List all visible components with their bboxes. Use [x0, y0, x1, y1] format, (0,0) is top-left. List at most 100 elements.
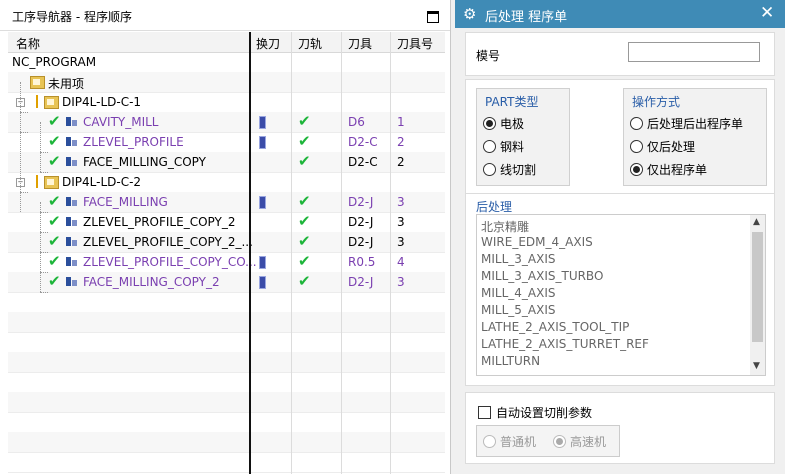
table-row[interactable] — [8, 432, 445, 453]
warning-flag-icon — [36, 95, 38, 108]
operation-name: FACE_MILLING_COPY_2 — [83, 275, 220, 289]
column-divider — [341, 32, 342, 474]
machine-group: 普通机 高速机 — [476, 425, 620, 457]
tool-number: 2 — [397, 135, 405, 149]
close-icon[interactable]: ✕ — [760, 3, 774, 23]
column-header-tool-number[interactable]: 刀具号 — [397, 35, 433, 52]
table-row[interactable]: ✔ CAVITY_MILL ✔ D6 1 — [8, 112, 445, 133]
post-panel: 后处理 北京精雕 WIRE_EDM_4_AXIS MILL_3_AXIS MILL_3… — [465, 193, 775, 386]
warning-flag-icon — [36, 175, 38, 188]
auto-param-label: 自动设置切削参数 — [496, 406, 593, 420]
part-type-radio-2[interactable] — [483, 163, 496, 176]
maximize-icon[interactable] — [427, 11, 439, 23]
model-input[interactable] — [628, 42, 760, 62]
tree-guide-line — [40, 272, 48, 273]
table-row[interactable]: NC_PROGRAM — [8, 52, 445, 73]
table-row[interactable]: ✔ ZLEVEL_PROFILE_COPY_CO... ✔ R0.5 4 — [8, 252, 445, 273]
scrollbar-thumb[interactable] — [752, 232, 763, 342]
milling-operation-icon — [64, 215, 78, 228]
operation-name: FACE_MILLING — [83, 195, 168, 209]
toolpath-ok-icon: ✔ — [298, 232, 311, 250]
tree-guide-line — [40, 212, 48, 213]
table-row[interactable]: ✔ ZLEVEL_PROFILE_COPY_2_... ✔ D2-J 3 — [8, 232, 445, 253]
column-divider — [291, 32, 292, 474]
operation-navigator: 工序导航器 - 程序顺序 名称 换刀 刀轨 刀具 刀具号 NC_PROGRAM 未… — [0, 0, 451, 474]
table-row[interactable]: − DIP4L-LD-C-2 — [8, 172, 445, 193]
column-header-toolpath[interactable]: 刀轨 — [298, 35, 322, 52]
tree-guide-line — [40, 292, 48, 293]
auto-param-checkbox[interactable] — [478, 406, 491, 419]
status-check-icon: ✔ — [48, 192, 61, 210]
scroll-down-icon[interactable]: ▼ — [753, 361, 760, 371]
post-list-item[interactable]: LATHE_2_AXIS_TURRET_REF — [481, 337, 649, 351]
milling-operation-icon — [64, 255, 78, 268]
table-row[interactable] — [8, 292, 445, 313]
toolpath-ok-icon: ✔ — [298, 192, 311, 210]
table-header: 名称 换刀 刀轨 刀具 刀具号 — [8, 32, 445, 53]
status-check-icon: ✔ — [48, 252, 61, 270]
tool-number: 3 — [397, 195, 405, 209]
table-row[interactable]: 未用项 — [8, 72, 445, 93]
machine-radio-1 — [553, 435, 566, 448]
column-header-tool-change[interactable]: 换刀 — [256, 35, 280, 52]
part-type-radio-0[interactable] — [483, 117, 496, 130]
program-group-icon — [44, 96, 59, 109]
part-type-label: 钢料 — [500, 140, 525, 154]
table-row[interactable] — [8, 452, 445, 473]
tool-change-icon — [259, 116, 266, 129]
scrollbar[interactable]: ▲ ▼ — [750, 215, 765, 375]
operation-radio-1[interactable] — [630, 140, 643, 153]
operation-name: FACE_MILLING_COPY — [83, 155, 206, 169]
tree-guide-line — [20, 112, 28, 113]
post-list-item[interactable]: MILL_5_AXIS — [481, 303, 555, 317]
table-row[interactable] — [8, 392, 445, 413]
scroll-up-icon[interactable]: ▲ — [753, 217, 760, 227]
part-type-radio-1[interactable] — [483, 140, 496, 153]
table-row[interactable] — [8, 312, 445, 333]
status-check-icon: ✔ — [48, 152, 61, 170]
table-row[interactable] — [8, 332, 445, 353]
post-list-item[interactable]: LATHE_2_AXIS_TOOL_TIP — [481, 320, 629, 334]
post-list-item[interactable]: 北京精雕 — [481, 218, 529, 235]
operation-radio-0[interactable] — [630, 117, 643, 130]
postprocess-dialog: ⚙ 后处理 程序单 ✕ 模号 PART类型 电极 钢料 线切割 操作方式 后处理后出… — [455, 0, 785, 474]
tool-name: D2-J — [348, 275, 374, 289]
column-header-tool[interactable]: 刀具 — [348, 35, 372, 52]
status-check-icon: ✔ — [48, 272, 61, 290]
post-list-item[interactable]: WIRE_EDM_4_AXIS — [481, 235, 593, 249]
tree-guide-line — [40, 252, 48, 253]
toolpath-ok-icon: ✔ — [298, 152, 311, 170]
milling-operation-icon — [64, 155, 78, 168]
post-list-item[interactable]: MILLTURN — [481, 354, 540, 368]
tool-change-icon — [259, 196, 266, 209]
post-list[interactable]: 北京精雕 WIRE_EDM_4_AXIS MILL_3_AXIS MILL_3_AXI… — [476, 214, 766, 376]
column-header-name[interactable]: 名称 — [16, 35, 40, 52]
post-list-item[interactable]: MILL_3_AXIS_TURBO — [481, 269, 603, 283]
post-list-item[interactable]: MILL_4_AXIS — [481, 286, 555, 300]
table-row[interactable]: ✔ FACE_MILLING_COPY_2 ✔ D2-J 3 — [8, 272, 445, 293]
table-row[interactable]: ✔ FACE_MILLING_COPY ✔ D2-C 2 — [8, 152, 445, 173]
tree-guide-line — [40, 172, 48, 173]
milling-operation-icon — [64, 135, 78, 148]
operation-name: ZLEVEL_PROFILE_COPY_2_... — [83, 235, 253, 249]
machine-radio-0 — [483, 435, 496, 448]
post-list-item[interactable]: MILL_3_AXIS — [481, 252, 555, 266]
tool-name: D2-J — [348, 215, 374, 229]
options-panel: PART类型 电极 钢料 线切割 操作方式 后处理后出程序单 仅后处理 仅出程序单 — [465, 79, 775, 194]
status-check-icon: ✔ — [48, 112, 61, 130]
table-row[interactable] — [8, 412, 445, 433]
table-row[interactable] — [8, 372, 445, 393]
gear-icon: ⚙ — [463, 5, 477, 23]
operation-table: 名称 换刀 刀轨 刀具 刀具号 NC_PROGRAM 未用项 − DIP4L-LD-C… — [8, 32, 445, 474]
column-divider — [390, 32, 391, 474]
table-row[interactable]: ✔ ZLEVEL_PROFILE_COPY_2 ✔ D2-J 3 — [8, 212, 445, 233]
splitter-bar[interactable] — [249, 32, 251, 474]
operation-radio-2[interactable] — [630, 163, 643, 176]
table-row[interactable]: − DIP4L-LD-C-1 — [8, 92, 445, 113]
table-row[interactable]: ✔ ZLEVEL_PROFILE ✔ D2-C 2 — [8, 132, 445, 153]
toolpath-ok-icon: ✔ — [298, 252, 311, 270]
status-check-icon: ✔ — [48, 232, 61, 250]
table-row[interactable]: ✔ FACE_MILLING ✔ D2-J 3 — [8, 192, 445, 213]
table-row[interactable] — [8, 352, 445, 373]
machine-label: 普通机 — [500, 435, 537, 449]
